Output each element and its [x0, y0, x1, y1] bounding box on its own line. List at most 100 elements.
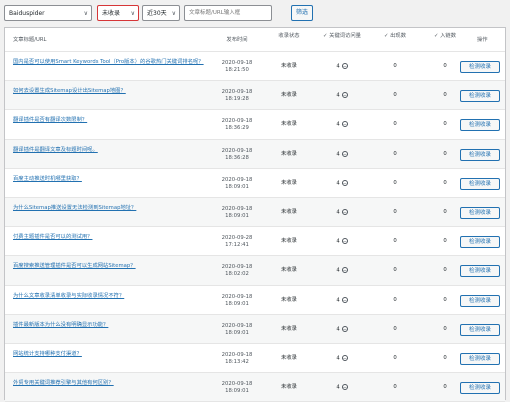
- row-title-link[interactable]: 翻译插件是否有翻译次数限制？: [13, 117, 207, 124]
- row-date-day: 2020-09-18: [221, 118, 253, 125]
- minus-circle-icon[interactable]: −: [341, 238, 348, 245]
- row-hits: 0: [393, 384, 397, 391]
- row-date: 2020-09-18 18:21:50: [209, 60, 265, 74]
- row-status: 未收录: [281, 63, 297, 69]
- row-date-time: 18:36:29: [225, 125, 249, 132]
- row-date-time: 17:12:41: [225, 242, 249, 249]
- minus-circle-icon[interactable]: −: [341, 150, 348, 158]
- row-date-time: 18:09:01: [225, 300, 249, 307]
- table-row: 为什么Sitemap推送设置无法检测到Sitemap地址？ 2020-09-18 1…: [5, 198, 505, 228]
- row-date: 2020-09-18 18:13:42: [209, 352, 265, 366]
- row-title-link[interactable]: 插件最新版本为什么没有明确显示功能？: [13, 322, 207, 329]
- row-keywords: 4−: [317, 238, 367, 246]
- header-hits[interactable]: ✓ 出现数: [369, 33, 421, 40]
- header-keywords[interactable]: ✓ 关键词访问量: [317, 33, 367, 40]
- table-row: 外贸专用关键词推荐引擎与其他有何区别？ 2020-09-18 18:09:01 未收录…: [5, 373, 505, 402]
- row-date-day: 2020-09-18: [221, 322, 253, 329]
- table-row: 为什么文章收录清单收录与实际收录情况不符？ 2020-09-18 18:09:01 未…: [5, 286, 505, 315]
- row-title-link[interactable]: 外贸专用关键词推荐引擎与其他有何区别？: [13, 380, 207, 387]
- header-indexed[interactable]: ✓ 入链数: [423, 33, 467, 40]
- minus-circle-icon[interactable]: −: [341, 384, 348, 391]
- detect-index-button[interactable]: 检测收录: [460, 207, 500, 219]
- header-title[interactable]: 文章标题/URL: [13, 37, 46, 44]
- row-date-day: 2020-09-28: [221, 235, 253, 242]
- table-row: 百度主动推送时机哪里获取？ 2020-09-18 18:09:01 未收录 4−0 0 检测…: [5, 169, 505, 198]
- row-title-link[interactable]: 翻译插件是翻译文章及标题时间呢。: [13, 147, 207, 154]
- row-keywords: 4−: [317, 92, 367, 100]
- filter-button[interactable]: 筛选: [291, 5, 313, 21]
- row-hits: 0: [393, 179, 397, 186]
- row-keywords: 4−: [317, 355, 367, 363]
- detect-index-button[interactable]: 检测收录: [460, 61, 500, 73]
- detect-index-button[interactable]: 检测收录: [460, 382, 500, 395]
- row-date-day: 2020-09-18: [221, 176, 253, 183]
- minus-circle-icon[interactable]: −: [341, 209, 348, 216]
- detect-index-button[interactable]: 检测收录: [460, 119, 500, 132]
- detect-index-button[interactable]: 检测收录: [460, 294, 500, 307]
- row-title-link[interactable]: 为什么文章收录清单收录与实际收录情况不符？: [13, 293, 207, 300]
- detect-index-button[interactable]: 检测收录: [460, 323, 500, 336]
- minus-circle-icon[interactable]: −: [341, 179, 348, 187]
- spider-select-value: Baiduspider: [9, 10, 45, 17]
- header-date[interactable]: 发布时间: [209, 37, 265, 44]
- row-keywords: 4−: [317, 209, 367, 217]
- row-keywords-value: 4: [336, 384, 340, 391]
- table-row: 国内是否可以使用Smart Keywords Tool（Pro版本）的谷歌热门关…: [5, 52, 505, 82]
- row-status: 未收录: [281, 267, 297, 274]
- row-title-link[interactable]: 网站统计支持哪种支付渠道？: [13, 351, 207, 358]
- row-title-link[interactable]: 为什么Sitemap推送设置无法检测到Sitemap地址？: [13, 205, 207, 212]
- row-date: 2020-09-28 17:12:41: [209, 235, 265, 249]
- row-keywords-value: 4: [336, 180, 340, 187]
- minus-circle-icon[interactable]: −: [341, 121, 348, 128]
- row-keywords: 4−: [317, 296, 367, 305]
- row-date: 2020-09-18 18:09:01: [209, 323, 265, 337]
- row-hits: 0: [393, 121, 397, 128]
- row-date-time: 18:09:01: [225, 388, 249, 395]
- row-keywords-value: 4: [336, 267, 340, 274]
- row-keywords: 4−: [317, 63, 367, 71]
- detect-index-button[interactable]: 检测收录: [460, 177, 500, 190]
- row-title-link[interactable]: 如何去设置生成Sitemap设计出Sitemap地图？: [13, 88, 207, 95]
- row-title-link[interactable]: 付费主题插件是否可以的测试用？: [13, 234, 207, 241]
- detect-index-button[interactable]: 检测收录: [460, 353, 500, 365]
- minus-circle-icon[interactable]: −: [341, 267, 348, 274]
- detect-index-button[interactable]: 检测收录: [460, 148, 500, 161]
- row-status: 未收录: [281, 92, 297, 99]
- row-title-link[interactable]: 百度搜索推送管理插件是否可以生成网站Sitemap？: [13, 263, 207, 270]
- table-row: 付费主题插件是否可以的测试用？ 2020-09-28 17:12:41 未收录 4−0 0…: [5, 227, 505, 257]
- detect-index-button[interactable]: 检测收录: [460, 90, 500, 103]
- row-date-time: 18:21:50: [225, 67, 249, 73]
- minus-circle-icon[interactable]: −: [341, 355, 348, 362]
- row-title-link[interactable]: 国内是否可以使用Smart Keywords Tool（Pro版本）的谷歌热门关…: [13, 59, 207, 66]
- minus-circle-icon[interactable]: −: [341, 92, 348, 99]
- row-status: 未收录: [281, 296, 297, 303]
- row-hits: 0: [393, 296, 397, 303]
- period-select[interactable]: 近30天 ∨: [142, 5, 180, 21]
- row-date: 2020-09-18 18:19:28: [209, 89, 265, 103]
- chevron-down-icon: ∨: [130, 10, 135, 17]
- spider-select[interactable]: Baiduspider ∨: [4, 5, 92, 21]
- row-date-time: 18:02:02: [225, 271, 249, 278]
- minus-circle-icon[interactable]: −: [341, 296, 348, 304]
- row-keywords-value: 4: [336, 92, 340, 99]
- row-status: 未收录: [281, 179, 297, 186]
- table-row: 网站统计支持哪种支付渠道？ 2020-09-18 18:13:42 未收录 4−0 0 检测…: [5, 344, 505, 374]
- row-title-link[interactable]: 百度主动推送时机哪里获取？: [13, 176, 207, 183]
- minus-circle-icon[interactable]: −: [341, 63, 348, 70]
- row-keywords-value: 4: [336, 63, 340, 70]
- header-status[interactable]: 收录状态: [275, 33, 303, 40]
- minus-circle-icon[interactable]: −: [341, 325, 348, 333]
- row-keywords-value: 4: [336, 238, 340, 245]
- row-date-day: 2020-09-18: [221, 264, 253, 271]
- table-row: 翻译插件是翻译文章及标题时间呢。 2020-09-18 18:36:28 未收录 4−0…: [5, 139, 505, 169]
- filter-toolbar: Baiduspider ∨ 未收录 ∨ 近30天 ∨ 筛选: [0, 0, 510, 26]
- row-keywords: 4−: [317, 384, 367, 392]
- detect-index-button[interactable]: 检测收录: [460, 265, 500, 278]
- detect-index-button[interactable]: 检测收录: [460, 236, 500, 249]
- table-row: 插件最新版本为什么没有明确显示功能？ 2020-09-18 18:09:01 未收录 4…: [5, 314, 505, 344]
- row-keywords-value: 4: [336, 326, 340, 333]
- row-keywords-value: 4: [336, 297, 340, 304]
- search-input[interactable]: [184, 5, 272, 21]
- status-select[interactable]: 未收录 ∨: [97, 5, 139, 21]
- row-date-time: 18:09:01: [225, 213, 249, 219]
